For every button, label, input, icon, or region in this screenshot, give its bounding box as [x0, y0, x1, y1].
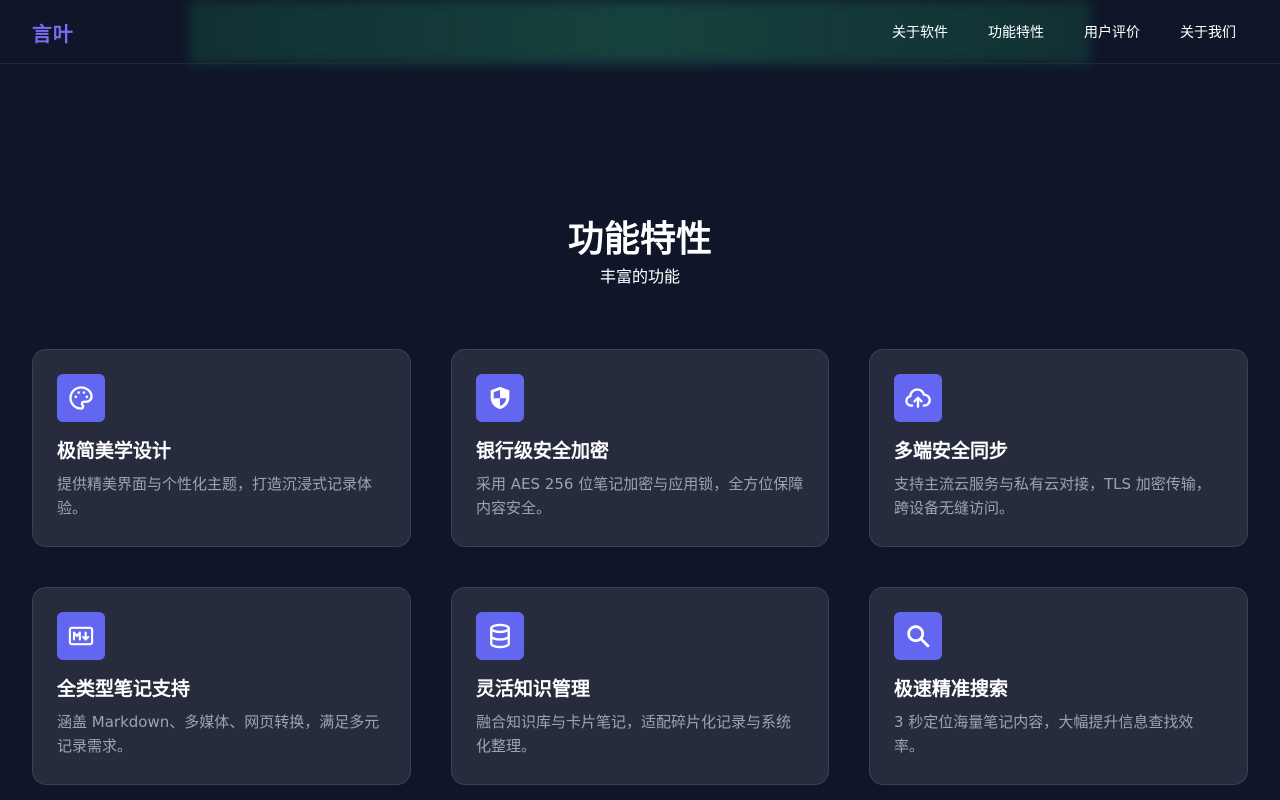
nav-item-about-us[interactable]: 关于我们 [1180, 22, 1236, 42]
cloud-upload-icon [894, 374, 942, 422]
feature-desc: 3 秒定位海量笔记内容，大幅提升信息查找效率。 [894, 713, 1194, 755]
feature-card-sync: 多端安全同步 支持主流云服务与私有云对接，TLS 加密传输，跨设备无缝访问。 [869, 349, 1248, 547]
landing-page: 言叶 关于软件 功能特性 用户评价 关于我们 功能特性 丰富的功能 极简美学设计… [0, 0, 1280, 800]
nav-item-reviews[interactable]: 用户评价 [1084, 22, 1140, 42]
feature-desc: 支持主流云服务与私有云对接，TLS 加密传输，跨设备无缝访问。 [894, 475, 1211, 517]
section-title: 功能特性 [567, 219, 712, 260]
feature-title: 多端安全同步 [894, 440, 1009, 462]
feature-card-knowledge: 灵活知识管理 融合知识库与卡片笔记，适配碎片化记录与系统化整理。 [451, 587, 829, 785]
feature-title: 银行级安全加密 [476, 440, 610, 462]
feature-title: 极速精准搜索 [894, 678, 1009, 700]
feature-desc: 提供精美界面与个性化主题，打造沉浸式记录体验。 [57, 475, 373, 517]
feature-title: 全类型笔记支持 [57, 678, 191, 700]
feature-desc: 涵盖 Markdown、多媒体、网页转换，满足多元记录需求。 [57, 713, 380, 755]
feature-grid: 极简美学设计 提供精美界面与个性化主题，打造沉浸式记录体验。 银行级安全加密 采… [32, 349, 1248, 785]
feature-card-security: 银行级安全加密 采用 AES 256 位笔记加密与应用锁，全方位保障内容安全。 [451, 349, 829, 547]
feature-title: 极简美学设计 [57, 440, 172, 462]
markdown-icon [57, 612, 105, 660]
section-subtitle: 丰富的功能 [599, 267, 680, 286]
feature-desc: 融合知识库与卡片笔记，适配碎片化记录与系统化整理。 [476, 713, 792, 755]
shield-icon [476, 374, 524, 422]
nav-item-features[interactable]: 功能特性 [988, 22, 1044, 42]
feature-card-design: 极简美学设计 提供精美界面与个性化主题，打造沉浸式记录体验。 [32, 349, 411, 547]
database-icon [476, 612, 524, 660]
feature-card-notes: 全类型笔记支持 涵盖 Markdown、多媒体、网页转换，满足多元记录需求。 [32, 587, 411, 785]
feature-title: 灵活知识管理 [476, 678, 591, 700]
feature-card-search: 极速精准搜索 3 秒定位海量笔记内容，大幅提升信息查找效率。 [869, 587, 1248, 785]
main-nav: 关于软件 功能特性 用户评价 关于我们 [892, 0, 1236, 64]
feature-desc: 采用 AES 256 位笔记加密与应用锁，全方位保障内容安全。 [476, 475, 804, 517]
search-icon [894, 612, 942, 660]
nav-item-about-software[interactable]: 关于软件 [892, 22, 948, 42]
palette-icon [57, 374, 105, 422]
logo[interactable]: 言叶 [32, 18, 74, 47]
site-header: 言叶 关于软件 功能特性 用户评价 关于我们 [0, 0, 1280, 64]
